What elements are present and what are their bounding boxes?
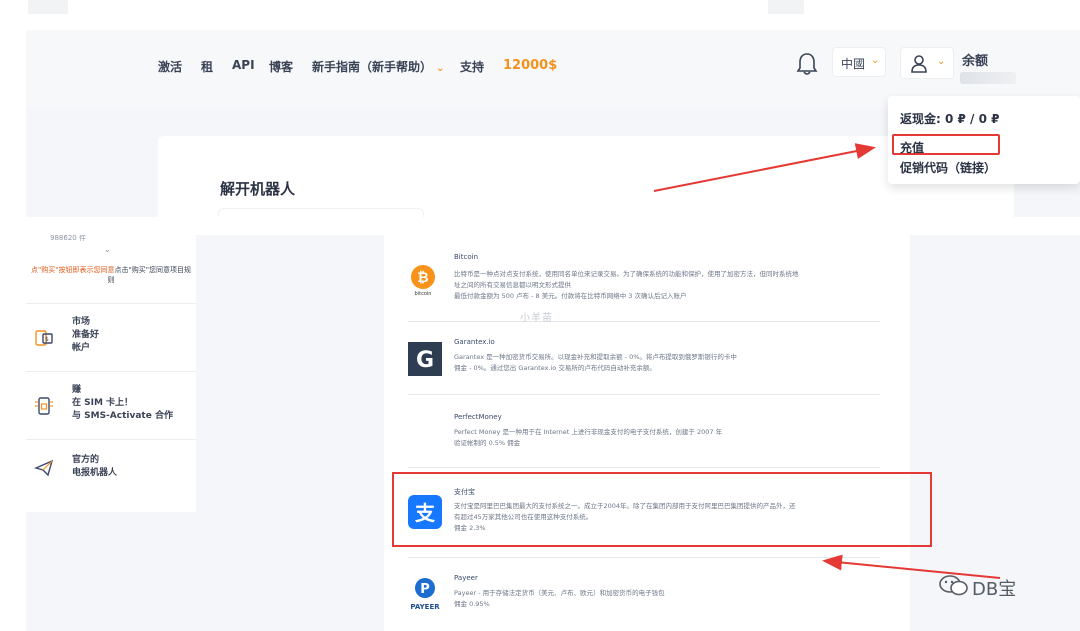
wechat-watermark: DB宝 [938,571,1058,601]
payment-method-name: Payeer [454,574,478,582]
unlock-bot-card: 解开机器人 [158,136,1014,217]
svg-text:PAYEER: PAYEER [410,603,440,611]
svg-text:₿: ₿ [417,270,428,286]
garantex-desc-2: 佣金 - 0%。通过您出 Garantex.io 交易所的卢布代码自动补充余额。 [454,364,656,372]
balance-label: 余额 [962,54,989,69]
wechat-icon [939,575,968,596]
payment-method-desc: Garantex 是一种加密货币交易所。以现金补充和提取余额 - 0%。将卢布提… [454,352,884,374]
user-dropdown-menu: 返现金: 0 ₽ / 0 ₽ 充值 促销代码（链接） [888,96,1080,184]
sidebar-item-market[interactable]: $ 市场 准备好 帐户 [26,303,196,371]
top-fragment [28,0,68,14]
svg-text:G: G [416,348,434,373]
sidebar-earn-line1: 赚 [72,385,82,395]
terms-notice: 点"购买"按钮即表示您同意点击"购买"您同意项目规 则 [26,265,196,285]
payment-method-name: Bitcoin [454,253,479,261]
terms-text-1: 点"购买"按钮即表示您同意 [31,266,115,274]
sidebar-item-earn-sim[interactable]: 赚 在 SIM 卡上！ 与 SMS-Activate 合作 [26,371,196,439]
chevron-down-icon: ⌄ [871,55,880,66]
watermark: 小羊苗 [520,313,553,324]
payment-method-perfectmoney[interactable]: PerfectMoney Perfect Money 是一种用于在 Intern… [384,395,910,467]
cashback-item[interactable]: 返现金: 0 ₽ / 0 ₽ [900,110,999,127]
payeer-desc-1: Payeer - 用于存储法定货币（美元、卢布、欧元）和加密货币的电子钱包 [454,589,665,597]
sidebar-count: 988620 件 [50,235,86,242]
sidebar-bot-line1: 官方的 [72,455,100,465]
bitcoin-desc-3: 最低付款金额为 500 卢布 - 8 美元。付款将在比特币网络中 3 次确认后记… [454,292,687,300]
balance-value-blurred [960,72,1016,84]
chevron-down-icon[interactable]: ⌄ [104,245,111,254]
sidebar-market-line3: 帐户 [72,343,91,353]
language-select[interactable]: 中國 ⌄ [832,47,886,77]
payment-screenshot: 988620 件 ⌄ 点"购买"按钮即表示您同意点击"购买"您同意项目规 则 $… [26,235,1080,631]
payment-method-payeer[interactable]: P PAYEER Payeer Payeer - 用于存储法定货币（美元、卢布、… [384,558,910,631]
wechat-watermark-text: DB宝 [972,579,1017,600]
sidebar-item-label: 市场 准备好 帐户 [72,316,99,355]
sidebar-bot-line2: 电报机器人 [72,468,118,478]
payment-method-desc: 比特币是一种点对点支付系统，使用同名单位来记录交易。为了确保系统的功能和保护，使… [454,269,884,302]
sidebar-earn-line3: 与 SMS-Activate 合作 [72,411,173,421]
chevron-down-icon: ⌄ [937,56,946,67]
telegram-icon [34,459,54,477]
highlight-box [392,472,932,547]
header-screenshot: 激活 租 API 博客 新手指南（新手帮助） ⌄ 支持 12000$ 中國 ⌄ ⌄ [26,30,1080,217]
garantex-logo: G [408,342,442,376]
nav-blog[interactable]: 博客 [269,58,293,75]
sidebar-item-telegram-bot[interactable]: 官方的 电报机器人 [26,439,196,512]
bell-icon[interactable] [796,52,818,76]
nav-api[interactable]: API [232,58,255,72]
user-icon [911,55,927,73]
sidebar-market-line1: 市场 [72,317,91,327]
payment-method-name: PerfectMoney [454,413,502,421]
sidebar-earn-line2: 在 SIM 卡上！ [72,398,134,408]
bitcoin-desc-1: 比特币是一种点对点支付系统，使用同名单位来记录交易。为了确保系统的功能和保护，使… [454,270,799,278]
nav-support[interactable]: 支持 [460,58,484,75]
payeer-logo: P PAYEER [410,578,440,611]
user-menu-button[interactable]: ⌄ [900,47,954,79]
promo-code-item[interactable]: 促销代码（链接） [900,159,996,176]
bitcoin-logo: ₿ bitcoin [411,265,435,297]
card-inner-panel [218,208,424,217]
market-icon: $ [35,330,53,346]
sidebar: 988620 件 ⌄ 点"购买"按钮即表示您同意点击"购买"您同意项目规 则 $… [26,235,196,512]
nav-guide-label: 新手指南（新手帮助） [312,60,433,74]
sidebar-market-line2: 准备好 [72,330,100,340]
top-fragment [768,0,804,14]
language-label: 中國 [841,57,866,71]
nav-activation[interactable]: 激活 [158,58,182,75]
payment-method-desc: Perfect Money 是一种用于在 Internet 上进行非现金支付的电… [454,427,884,449]
payment-method-bitcoin[interactable]: ₿ bitcoin Bitcoin 比特币是一种点对点支付系统，使用同名单位来记… [384,235,910,321]
chevron-down-icon: ⌄ [436,63,445,74]
nav-rent[interactable]: 租 [201,58,213,75]
payment-method-list: ₿ bitcoin Bitcoin 比特币是一种点对点支付系统，使用同名单位来记… [384,235,910,631]
bitcoin-desc-2: 址之间的所有交易信息都以明文形式提供 [454,281,571,289]
svg-text:bitcoin: bitcoin [415,291,432,297]
perfectmoney-desc-1: Perfect Money 是一种用于在 Internet 上进行非现金支付的电… [454,428,723,436]
payeer-desc-2: 佣金 0.95% [454,600,490,608]
nav-guide[interactable]: 新手指南（新手帮助） ⌄ [312,58,444,75]
page-title: 解开机器人 [220,180,296,198]
top-strip [0,0,1080,14]
sidebar-item-label: 官方的 电报机器人 [72,454,117,480]
composite-screenshot: 激活 租 API 博客 新手指南（新手帮助） ⌄ 支持 12000$ 中國 ⌄ ⌄ [0,0,1080,631]
recharge-item[interactable]: 充值 [900,139,924,156]
payment-method-desc: Payeer - 用于存储法定货币（美元、卢布、欧元）和加密货币的电子钱包 佣金… [454,588,884,610]
garantex-desc-1: Garantex 是一种加密货币交易所。以现金补充和提取余额 - 0%。将卢布提… [454,353,737,361]
payment-method-name: Garantex.io [454,338,495,346]
terms-text-2: 点击"购买"您同意项目规 [114,266,191,274]
divider [408,467,880,468]
payment-method-garantex[interactable]: G Garantex.io Garantex 是一种加密货币交易所。以现金补充和… [384,322,910,394]
sim-card-icon [35,397,53,415]
svg-text:$: $ [45,336,49,343]
perfectmoney-desc-2: 验证帐制的 0.5% 佣金 [454,439,521,447]
nav-price[interactable]: 12000$ [503,58,557,73]
terms-text-3: 则 [107,276,115,284]
sidebar-item-label: 赚 在 SIM 卡上！ 与 SMS-Activate 合作 [72,384,173,423]
svg-text:P: P [420,582,430,597]
